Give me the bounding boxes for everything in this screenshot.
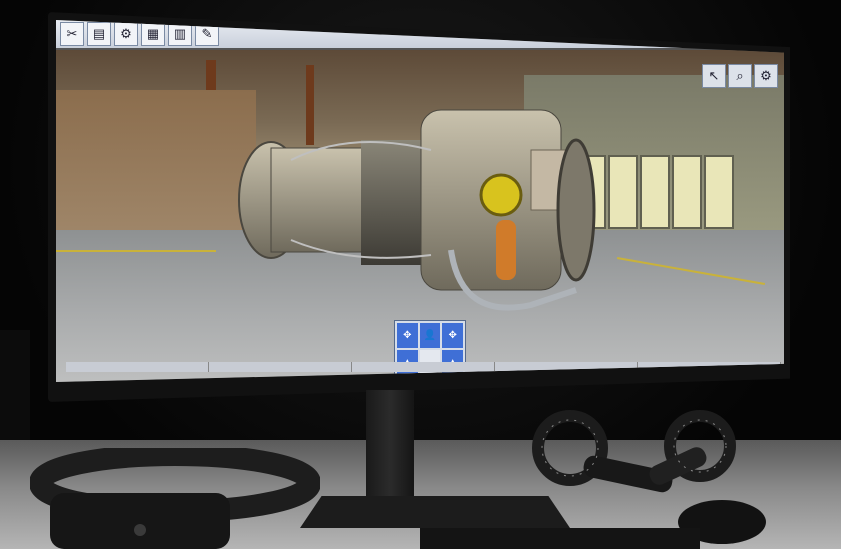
keyboard	[420, 528, 700, 549]
nav-pad-button[interactable]: ✥	[442, 323, 463, 348]
hangar-window	[704, 155, 734, 229]
monitor-stand-neck	[366, 390, 414, 510]
hangar-wall-left	[56, 90, 256, 240]
bottom-tab[interactable]	[638, 362, 781, 372]
wrench-icon[interactable]: ✎	[195, 22, 219, 46]
select-icon[interactable]: ↖	[702, 64, 726, 88]
zoom-icon[interactable]: ⌕	[728, 64, 752, 88]
floor-marking	[56, 250, 216, 252]
hangar-window	[608, 155, 638, 229]
bottom-tab[interactable]	[495, 362, 638, 372]
turbine-engine-model[interactable]	[231, 90, 601, 320]
bottom-tab[interactable]	[66, 362, 209, 372]
floor-marking	[616, 256, 766, 286]
bottom-tab[interactable]	[352, 362, 495, 372]
view-tools: ↖ ⌕ ⚙	[702, 64, 778, 88]
monitor: ✂▤⚙▦▥✎ ↖⌕⚙ ✥👤✥▲▲ hp	[48, 12, 790, 402]
hangar-window	[640, 155, 670, 229]
book-icon[interactable]: ▥	[168, 22, 192, 46]
nav-pad-button[interactable]: 👤	[419, 323, 441, 348]
monitor-screen: ✂▤⚙▦▥✎ ↖⌕⚙ ✥👤✥▲▲	[56, 20, 784, 382]
panel-icon[interactable]: ▦	[141, 22, 165, 46]
gear-icon[interactable]: ⚙	[114, 22, 138, 46]
tools-icon[interactable]: ✂	[60, 22, 84, 46]
document-icon[interactable]: ▤	[87, 22, 111, 46]
vr-headset	[30, 448, 320, 549]
hangar-window	[672, 155, 702, 229]
nav-pad-button[interactable]: ✥	[397, 323, 418, 348]
settings-icon[interactable]: ⚙	[754, 64, 778, 88]
bottom-tab-bar	[66, 362, 781, 372]
bottom-tab[interactable]	[209, 362, 352, 372]
